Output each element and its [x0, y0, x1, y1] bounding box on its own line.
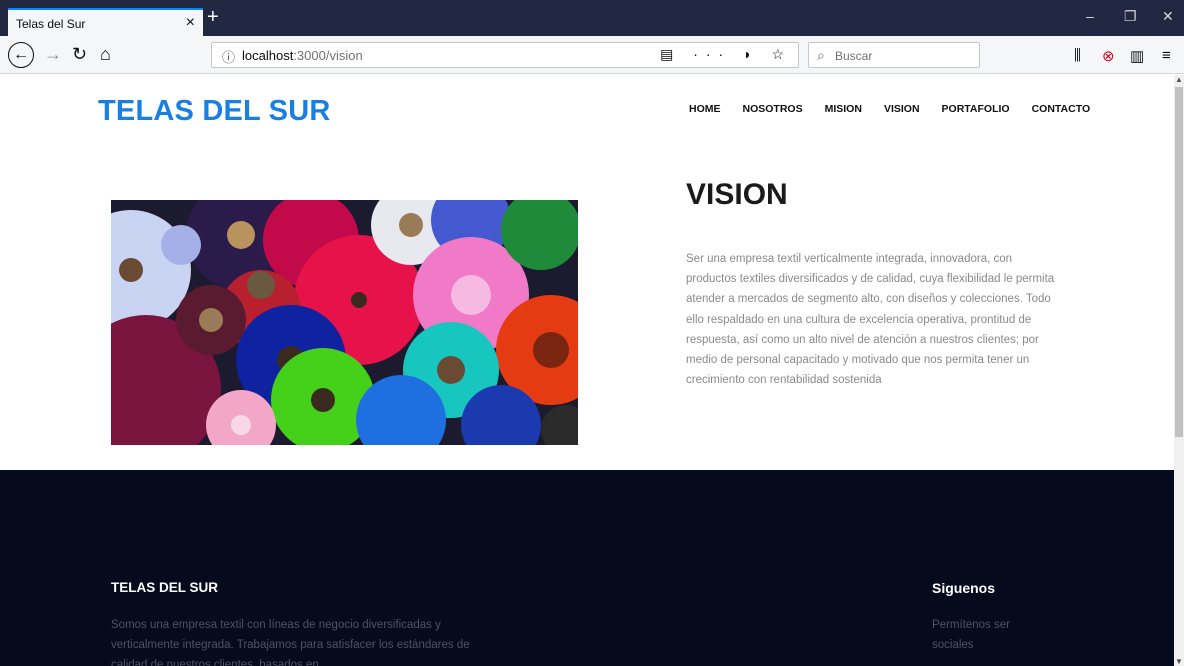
scroll-thumb[interactable]: [1175, 87, 1183, 437]
menu-contacto[interactable]: CONTACTO: [1032, 103, 1091, 115]
footer-follow-title: Siguenos: [932, 580, 996, 596]
tab-close-icon[interactable]: ×: [186, 14, 195, 32]
menu-portafolio[interactable]: PORTAFOLIO: [942, 103, 1010, 115]
scroll-down-icon[interactable]: ▼: [1175, 657, 1183, 666]
navigation-toolbar: ← → ↻ ⌂ ⓘ localhost:3000/vision ▤ ··· ◗ …: [0, 36, 1184, 74]
url-path: :3000/vision: [293, 48, 363, 63]
menu-icon[interactable]: ≡: [1162, 47, 1171, 64]
footer-about: Somos una empresa textil con líneas de n…: [111, 619, 470, 666]
search-bar[interactable]: ⌕ Buscar: [808, 42, 980, 68]
web-page: TELAS DEL SUR HOME NOSOTROS MISION VISIO…: [0, 75, 1174, 666]
url-bar[interactable]: ⓘ localhost:3000/vision ▤ ··· ◗ ☆: [211, 42, 799, 68]
vision-title: VISION: [686, 178, 788, 211]
minimize-button[interactable]: –: [1086, 8, 1094, 24]
footer-brand: TELAS DEL SUR: [111, 580, 219, 595]
url-actions: ▤ ··· ◗ ☆: [660, 46, 792, 63]
page-scrollbar[interactable]: ▲ ▼: [1174, 75, 1184, 666]
blocked-icon[interactable]: ⊗: [1102, 47, 1115, 65]
menu-vision[interactable]: VISION: [884, 103, 920, 115]
menu-nosotros[interactable]: NOSOTROS: [743, 103, 803, 115]
new-tab-button[interactable]: +: [207, 7, 219, 27]
more-icon[interactable]: ···: [693, 46, 731, 62]
close-window-button[interactable]: ✕: [1162, 8, 1174, 25]
site-logo[interactable]: TELAS DEL SUR: [98, 95, 330, 128]
scroll-up-icon[interactable]: ▲: [1175, 75, 1183, 84]
library-icon[interactable]: ⫼: [1074, 47, 1081, 64]
fabric-rolls-image: [111, 200, 578, 445]
reader-icon[interactable]: ▤: [660, 46, 681, 62]
search-icon: ⌕: [817, 47, 825, 63]
sidebar-icon[interactable]: ▥: [1130, 47, 1144, 65]
url-host: localhost: [242, 48, 294, 63]
footer-follow-text: Permítenos ser sociales: [932, 619, 1010, 651]
bookmark-star-icon[interactable]: ☆: [771, 46, 792, 62]
restore-button[interactable]: ❐: [1124, 8, 1137, 25]
menu-mision[interactable]: MISION: [825, 103, 862, 115]
tab-strip: Telas del Sur × + – ❐ ✕: [0, 0, 1184, 36]
vision-text: Ser una empresa textil verticalmente int…: [686, 253, 1055, 387]
search-placeholder: Buscar: [835, 49, 873, 63]
tab-telas-del-sur[interactable]: Telas del Sur ×: [8, 8, 203, 36]
pocket-icon[interactable]: ◗: [743, 46, 759, 62]
back-icon[interactable]: ←: [8, 42, 34, 68]
info-icon[interactable]: ⓘ: [222, 47, 235, 66]
tab-title: Telas del Sur: [16, 17, 86, 31]
url-text[interactable]: localhost:3000/vision: [242, 48, 363, 63]
forward-icon[interactable]: →: [44, 42, 62, 66]
home-icon[interactable]: ⌂: [100, 42, 111, 66]
footer: TELAS DEL SUR Somos una empresa textil c…: [0, 470, 1174, 666]
main-menu: HOME NOSOTROS MISION VISION PORTAFOLIO C…: [689, 103, 1112, 115]
reload-icon[interactable]: ↻: [72, 42, 87, 66]
menu-home[interactable]: HOME: [689, 103, 721, 115]
